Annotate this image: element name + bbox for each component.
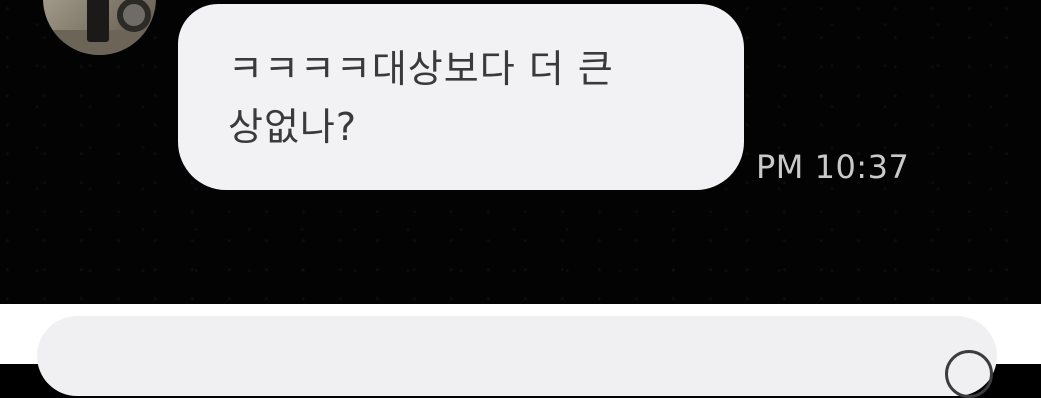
emoji-icon[interactable] [945, 350, 993, 398]
message-timestamp: PM 10:37 [756, 148, 910, 186]
composer-bar [0, 304, 1041, 398]
avatar-figure [87, 0, 109, 42]
message-input[interactable] [37, 316, 997, 396]
chat-area: ㅋㅋㅋㅋ대상보다 더 큰 상없나? PM 10:37 [0, 0, 1041, 304]
message-text: ㅋㅋㅋㅋ대상보다 더 큰 상없나? [228, 47, 614, 149]
avatar[interactable] [43, 0, 156, 55]
message-bubble[interactable]: ㅋㅋㅋㅋ대상보다 더 큰 상없나? [178, 4, 744, 190]
avatar-wheel [117, 0, 151, 32]
